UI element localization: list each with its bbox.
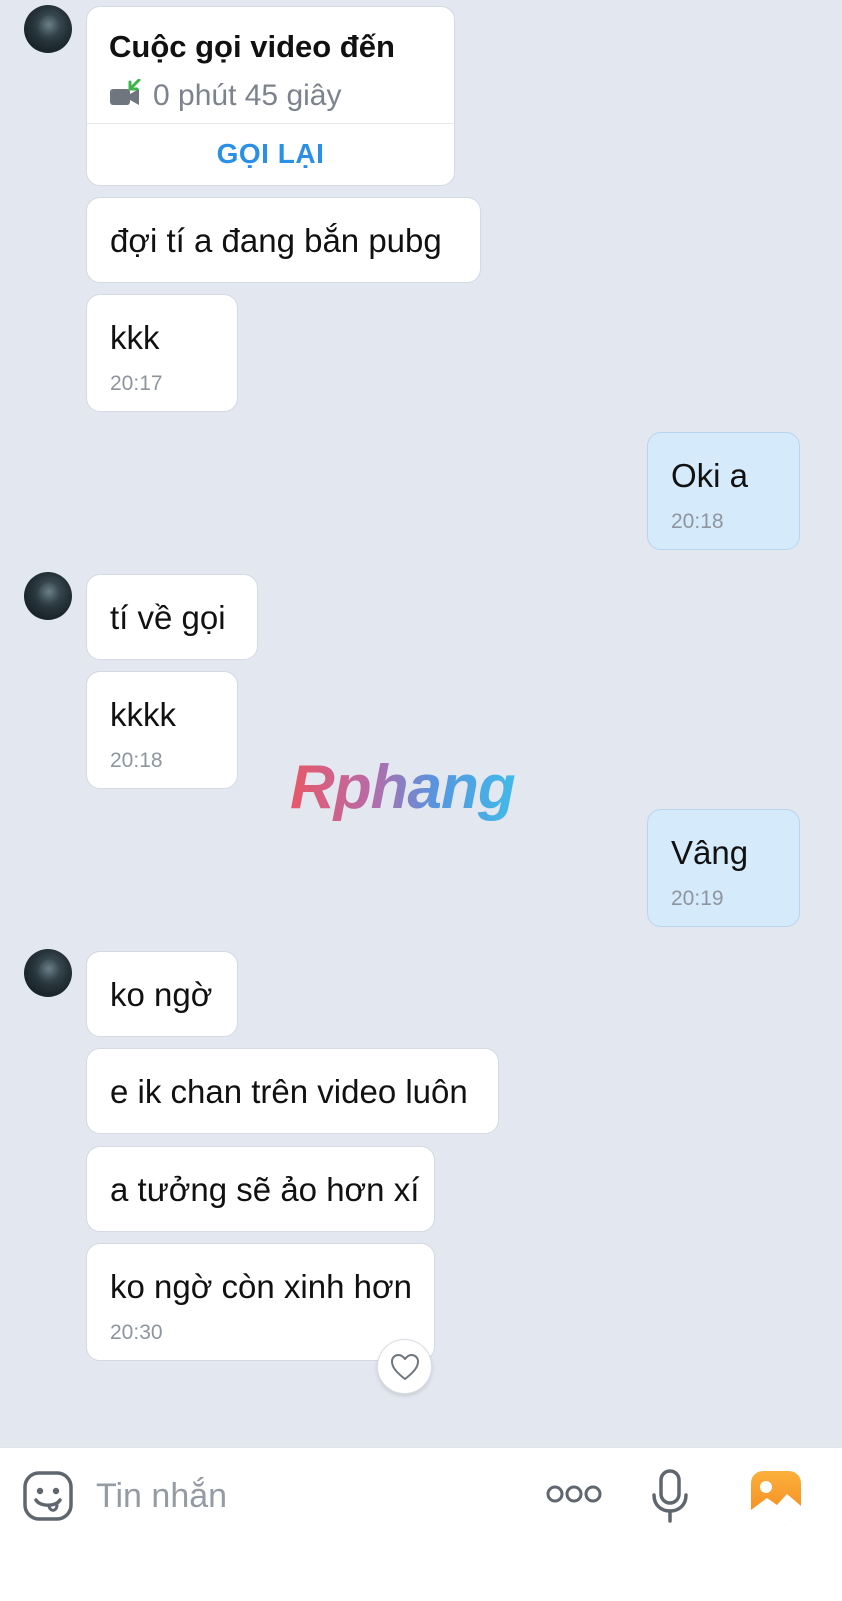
contact-avatar[interactable] <box>24 572 72 620</box>
message-bubble-received[interactable]: e ik chan trên video luôn <box>86 1048 499 1134</box>
message-time: 20:18 <box>110 749 163 772</box>
message-text: kkk <box>110 319 160 356</box>
react-heart-button[interactable] <box>377 1339 432 1394</box>
microphone-icon <box>652 1469 688 1523</box>
incoming-video-call-icon <box>109 78 141 113</box>
message-input-bar <box>0 1447 842 1601</box>
message-bubble-received[interactable]: kkkk 20:18 <box>86 671 238 789</box>
emoji-icon <box>23 1471 73 1521</box>
call-duration: 0 phút 45 giây <box>153 79 342 112</box>
message-text: e ik chan trên video luôn <box>110 1073 468 1110</box>
video-call-card: Cuộc gọi video đến 0 phút 45 giây GỌI LẠ… <box>86 6 455 186</box>
message-text: Vâng <box>671 834 749 871</box>
call-back-button[interactable]: GỌI LẠI <box>87 140 454 168</box>
voice-message-button[interactable] <box>650 1468 690 1524</box>
message-bubble-sent[interactable]: Vâng 20:19 <box>647 809 800 927</box>
heart-icon <box>390 1353 419 1380</box>
more-icon <box>546 1485 602 1503</box>
message-time: 20:19 <box>671 887 724 910</box>
message-text: ko ngờ còn xinh hơn <box>110 1268 412 1305</box>
message-text: đợi tí a đang bắn pubg <box>110 222 442 259</box>
send-image-button[interactable] <box>750 1470 802 1522</box>
message-bubble-received[interactable]: a tưởng sẽ ảo hơn xí <box>86 1146 435 1232</box>
message-time: 20:30 <box>110 1321 163 1344</box>
emoji-button[interactable] <box>22 1470 74 1522</box>
message-bubble-received[interactable]: tí về gọi <box>86 574 258 660</box>
message-time: 20:17 <box>110 372 163 395</box>
message-bubble-received[interactable]: kkk 20:17 <box>86 294 238 412</box>
contact-avatar[interactable] <box>24 5 72 53</box>
message-bubble-received[interactable]: ko ngờ còn xinh hơn 20:30 <box>86 1243 435 1361</box>
watermark-logo: Rphang <box>290 753 516 822</box>
divider <box>87 123 454 124</box>
message-text: kkkk <box>110 696 176 733</box>
message-text: ko ngờ <box>110 976 213 1013</box>
message-text: Oki a <box>671 457 749 494</box>
image-icon <box>751 1471 801 1521</box>
call-duration-row: 0 phút 45 giây <box>109 78 342 113</box>
message-text: tí về gọi <box>110 599 226 636</box>
message-bubble-received[interactable]: ko ngờ <box>86 951 238 1037</box>
contact-avatar[interactable] <box>24 949 72 997</box>
message-input[interactable] <box>92 1468 520 1524</box>
call-title: Cuộc gọi video đến <box>109 29 395 64</box>
message-bubble-sent[interactable]: Oki a 20:18 <box>647 432 800 550</box>
message-bubble-received[interactable]: đợi tí a đang bắn pubg <box>86 197 481 283</box>
more-options-button[interactable] <box>545 1482 603 1506</box>
message-text: a tưởng sẽ ảo hơn xí <box>110 1171 420 1208</box>
message-time: 20:18 <box>671 510 724 533</box>
